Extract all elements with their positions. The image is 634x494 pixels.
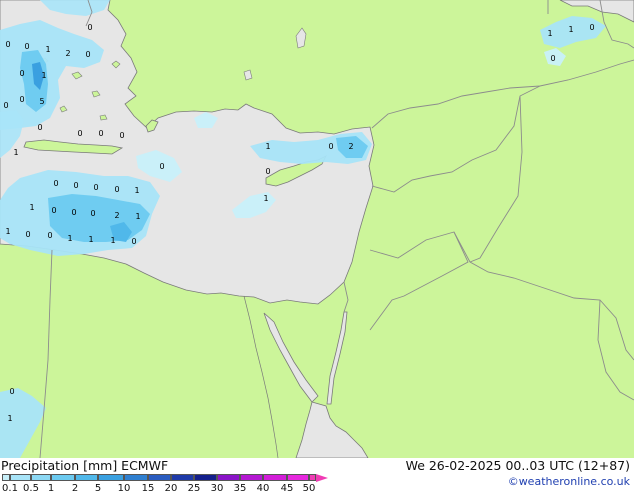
precip-value-label: 1 — [5, 227, 10, 236]
precip-value-label: 0 — [9, 387, 14, 396]
legend-swatch — [171, 474, 194, 481]
legend-tick: 5 — [94, 483, 102, 494]
legend-tick: 45 — [280, 483, 294, 494]
precip-value-label: 0 — [51, 206, 56, 215]
legend-tick: 30 — [210, 483, 224, 494]
precip-value-label: 1 — [263, 194, 268, 203]
precip-value-label: 0 — [71, 208, 76, 217]
precip-value-label: 1 — [67, 234, 72, 243]
precip-value-label: 0 — [47, 231, 52, 240]
precip-value-label: 1 — [265, 142, 270, 151]
legend-swatch — [194, 474, 217, 481]
legend-swatch — [263, 474, 287, 481]
legend-swatch — [124, 474, 148, 481]
legend-swatch — [75, 474, 98, 481]
legend-tick: 2 — [71, 483, 79, 494]
precip-value-label: 0 — [159, 162, 164, 171]
precip-value-label: 0 — [53, 179, 58, 188]
precip-value-label: 0 — [98, 129, 103, 138]
legend-tick: 0.1 — [2, 483, 18, 494]
legend-arrow — [316, 474, 328, 482]
precip-value-label: 1 — [135, 212, 140, 221]
precip-value-label: 0 — [87, 23, 92, 32]
precip-value-label: 0 — [37, 123, 42, 132]
legend-tick: 50 — [302, 483, 316, 494]
precip-value-label: 0 — [19, 95, 24, 104]
precip-value-label: 1 — [88, 235, 93, 244]
legend-tick: 0.5 — [23, 483, 39, 494]
legend-tick: 25 — [187, 483, 201, 494]
precip-value-label: 0 — [114, 185, 119, 194]
precip-value-label: 1 — [134, 186, 139, 195]
credit-link[interactable]: ©weatheronline.co.uk — [508, 475, 630, 488]
precip-value-label: 0 — [550, 54, 555, 63]
precipitation-map: 0 0 1 2 000 10 5000 0 010 0 0 0 11 0 0 0 2 11 0 0 1 1 1 001 0 201… — [0, 0, 634, 458]
precip-value-label: 2 — [114, 211, 119, 220]
precip-value-label: 2 — [348, 142, 353, 151]
legend-swatch — [309, 474, 316, 481]
precip-value-label: 1 — [45, 45, 50, 54]
legend-swatch — [240, 474, 263, 481]
map-title: Precipitation [mm] ECMWF — [1, 458, 169, 473]
legend-tick: 35 — [233, 483, 247, 494]
precip-value-label: 0 — [19, 69, 24, 78]
precip-value-label: 0 — [25, 230, 30, 239]
precip-value-label: 0 — [73, 181, 78, 190]
legend-tick: 40 — [256, 483, 270, 494]
precip-value-label: 1 — [568, 25, 573, 34]
precip-value-label: 0 — [131, 237, 136, 246]
legend-tick: 10 — [117, 483, 131, 494]
precip-value-label: 0 — [265, 167, 270, 176]
precip-value-label: 0 — [589, 23, 594, 32]
legend-tick: 1 — [47, 483, 55, 494]
precip-value-label: 0 — [328, 142, 333, 151]
legend-swatch — [51, 474, 75, 481]
precip-value-label: 1 — [7, 414, 12, 423]
legend-tick: 15 — [141, 483, 155, 494]
precip-value-label: 1 — [13, 148, 18, 157]
precip-value-label: 0 — [5, 40, 10, 49]
precip-value-label: 5 — [39, 97, 44, 106]
precip-value-label: 0 — [119, 131, 124, 140]
footer: Precipitation [mm] ECMWF We 26-02-2025 0… — [0, 458, 634, 494]
legend-swatch — [31, 474, 51, 481]
legend-swatch — [148, 474, 171, 481]
precip-value-label: 0 — [90, 209, 95, 218]
precip-value-label: 1 — [41, 71, 46, 80]
precip-value-label: 1 — [29, 203, 34, 212]
forecast-datetime: We 26-02-2025 00..03 UTC (12+87) — [405, 458, 630, 473]
precip-value-label: 0 — [93, 183, 98, 192]
precip-value-label: 1 — [110, 236, 115, 245]
precip-value-label: 0 — [77, 129, 82, 138]
legend-swatch — [287, 474, 309, 481]
precip-value-label: 0 — [85, 50, 90, 59]
legend-swatch — [98, 474, 124, 481]
precip-value-label: 0 — [3, 101, 8, 110]
precip-value-label: 2 — [65, 49, 70, 58]
precip-value-label: 1 — [547, 29, 552, 38]
precip-value-label: 0 — [24, 42, 29, 51]
legend-swatch — [217, 474, 240, 481]
legend-tick: 20 — [164, 483, 178, 494]
legend-swatch — [2, 474, 10, 481]
legend-swatch — [10, 474, 31, 481]
